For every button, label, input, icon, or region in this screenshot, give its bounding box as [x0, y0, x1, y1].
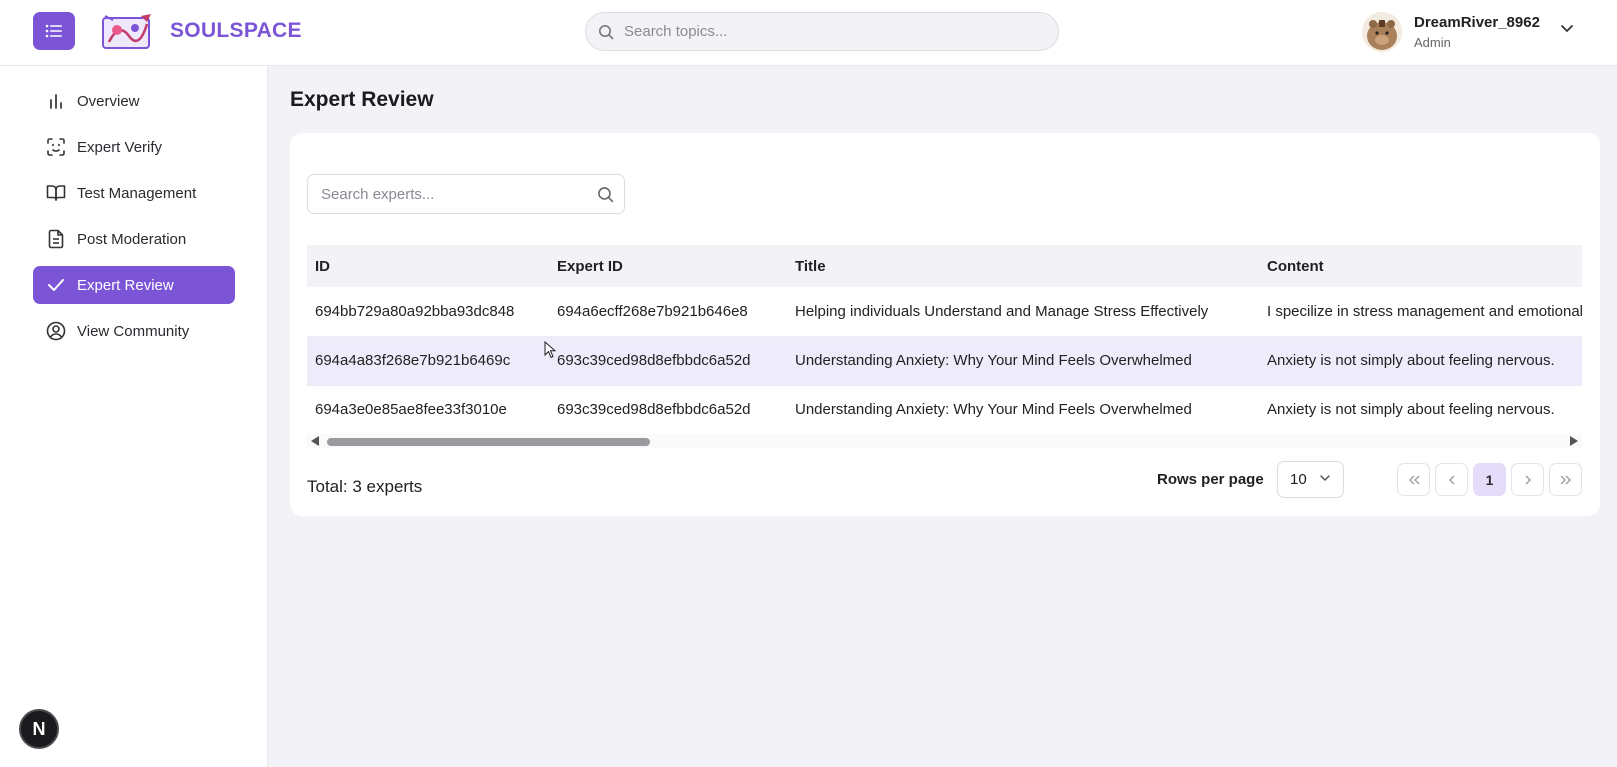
menu-toggle-button[interactable]: [33, 12, 75, 50]
scroll-right-arrow-icon[interactable]: [1570, 436, 1578, 446]
cell-content: Anxiety is not simply about feeling nerv…: [1259, 385, 1582, 435]
table-row[interactable]: 694a3e0e85ae8fee33f3010e 693c39ced98d8ef…: [307, 385, 1582, 435]
column-header-title[interactable]: Title: [787, 245, 1259, 287]
sidebar-item-expert-review[interactable]: Expert Review: [33, 266, 235, 304]
experts-table: ID Expert ID Title Content 694bb729a80a9…: [307, 245, 1582, 435]
last-page-button[interactable]: [1549, 463, 1582, 496]
dev-tools-button[interactable]: N: [19, 709, 59, 749]
total-count: Total: 3 experts: [307, 477, 423, 496]
user-menu[interactable]: DreamRiver_8962 Admin: [1362, 12, 1602, 54]
topic-search-box[interactable]: [585, 12, 1059, 51]
cell-content: I specilize in stress management and emo…: [1259, 287, 1582, 337]
table-row[interactable]: 694bb729a80a92bba93dc848 694a6ecff268e7b…: [307, 287, 1582, 337]
cell-title: Understanding Anxiety: Why Your Mind Fee…: [787, 385, 1259, 435]
sidebar-item-label: Test Management: [77, 184, 197, 202]
sidebar-item-test-management[interactable]: Test Management: [33, 174, 235, 212]
column-header-expert-id[interactable]: Expert ID: [549, 245, 787, 287]
user-name: DreamRiver_8962: [1414, 14, 1540, 31]
sidebar: Overview Expert Verify Test Management P…: [0, 66, 268, 767]
table-row[interactable]: 694a4a83f268e7b921b6469c 693c39ced98d8ef…: [307, 336, 1582, 386]
sidebar-item-view-community[interactable]: View Community: [33, 312, 235, 350]
rows-per-page-value: 10: [1290, 471, 1307, 488]
chevron-down-icon: [1320, 475, 1330, 482]
scan-face-icon: [45, 136, 67, 158]
search-icon[interactable]: [597, 186, 614, 203]
open-book-icon: [45, 182, 67, 204]
horizontal-scrollbar[interactable]: [307, 434, 1582, 448]
sidebar-item-label: Post Moderation: [77, 230, 187, 248]
cell-expert-id: 693c39ced98d8efbbdc6a52d: [549, 385, 787, 435]
previous-page-button[interactable]: [1435, 463, 1468, 496]
bar-chart-icon: [45, 90, 67, 112]
column-header-id[interactable]: ID: [307, 245, 549, 287]
brand-name: SOULSPACE: [170, 19, 302, 42]
expert-search-input[interactable]: [321, 185, 591, 203]
page-title: Expert Review: [290, 88, 434, 111]
mouse-cursor-icon: [544, 341, 556, 359]
first-page-button[interactable]: [1397, 463, 1430, 496]
cell-title: Understanding Anxiety: Why Your Mind Fee…: [787, 336, 1259, 386]
sidebar-item-post-moderation[interactable]: Post Moderation: [33, 220, 235, 258]
brand-logo-icon: [99, 12, 155, 50]
topic-search-input[interactable]: [624, 23, 1024, 40]
next-page-button[interactable]: [1511, 463, 1544, 496]
cell-id: 694a4a83f268e7b921b6469c: [307, 336, 549, 386]
sidebar-item-label: Expert Review: [77, 276, 174, 294]
user-role: Admin: [1414, 35, 1451, 50]
page-number-button[interactable]: 1: [1473, 463, 1506, 496]
sidebar-item-expert-verify[interactable]: Expert Verify: [33, 128, 235, 166]
cell-id: 694bb729a80a92bba93dc848: [307, 287, 549, 337]
search-icon: [599, 24, 614, 39]
cell-expert-id: 694a6ecff268e7b921b646e8: [549, 287, 787, 337]
avatar: [1362, 12, 1402, 52]
rows-per-page-label: Rows per page: [1157, 471, 1264, 488]
cell-id: 694a3e0e85ae8fee33f3010e: [307, 385, 549, 435]
chevron-left-icon: [1448, 474, 1455, 485]
cell-expert-id: 693c39ced98d8efbbdc6a52d: [549, 336, 787, 386]
column-header-content[interactable]: Content: [1259, 245, 1582, 287]
sidebar-item-label: Expert Verify: [77, 138, 163, 156]
top-header: SOULSPACE DreamRiver_8962 Admin: [0, 0, 1617, 66]
scrollbar-thumb[interactable]: [327, 438, 650, 446]
expert-review-card: ID Expert ID Title Content 694bb729a80a9…: [290, 133, 1600, 516]
scroll-left-arrow-icon[interactable]: [311, 436, 319, 446]
sidebar-item-label: View Community: [77, 322, 190, 340]
sidebar-item-overview[interactable]: Overview: [33, 82, 235, 120]
check-icon: [45, 274, 67, 296]
table-header-row: ID Expert ID Title Content: [307, 245, 1582, 287]
experts-table-container[interactable]: ID Expert ID Title Content 694bb729a80a9…: [307, 245, 1582, 455]
chevrons-left-icon: [1408, 474, 1420, 485]
chevron-right-icon: [1524, 474, 1531, 485]
chevrons-right-icon: [1559, 474, 1571, 485]
chevron-down-icon[interactable]: [1560, 24, 1574, 34]
list-icon: [45, 24, 62, 38]
user-circle-icon: [45, 320, 67, 342]
cell-content: Anxiety is not simply about feeling nerv…: [1259, 336, 1582, 386]
sidebar-item-label: Overview: [77, 92, 140, 110]
rows-per-page-select[interactable]: 10: [1277, 461, 1344, 498]
expert-search-box[interactable]: [307, 174, 625, 214]
cell-title: Helping individuals Understand and Manag…: [787, 287, 1259, 337]
document-icon: [45, 228, 67, 250]
